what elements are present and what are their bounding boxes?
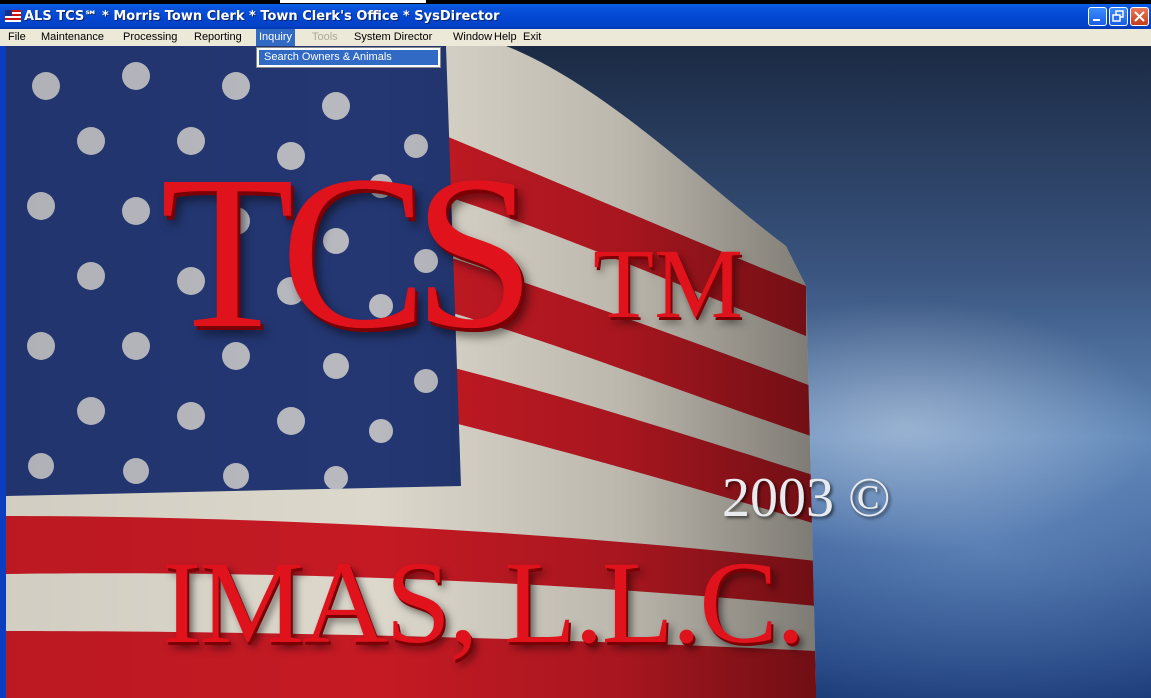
- menu-inquiry[interactable]: Inquiry: [256, 29, 296, 46]
- menu-system-director[interactable]: System Director: [351, 29, 435, 46]
- menu-maintenance[interactable]: Maintenance: [38, 29, 107, 46]
- menu-processing[interactable]: Processing: [120, 29, 180, 46]
- restore-icon[interactable]: [1109, 7, 1128, 26]
- application-window: ALS TCS℠ * Morris Town Clerk * Town Cler…: [0, 0, 1151, 698]
- menu-window[interactable]: Window: [450, 29, 495, 46]
- minimize-icon[interactable]: [1088, 7, 1107, 26]
- menu-item-search-owners-animals[interactable]: Search Owners & Animals: [259, 50, 438, 65]
- window-title: ALS TCS℠ * Morris Town Clerk * Town Cler…: [24, 9, 500, 24]
- menu-reporting[interactable]: Reporting: [191, 29, 245, 46]
- menu-help[interactable]: Help: [491, 29, 520, 46]
- company-name: IMAS, L.L.C.: [162, 537, 805, 668]
- inquiry-dropdown-menu: Search Owners & Animals: [256, 47, 441, 68]
- product-logo: TCS: [160, 130, 536, 374]
- menu-exit[interactable]: Exit: [520, 29, 544, 46]
- screen-top-strip: [280, 0, 426, 3]
- menu-tools: Tools: [312, 31, 338, 43]
- menu-bar: File Maintenance Processing Reporting In…: [0, 29, 1151, 46]
- splash-background: TCS TM 2003 © IMAS, L.L.C.: [6, 46, 1151, 698]
- app-flag-icon: [5, 10, 21, 22]
- close-icon[interactable]: [1130, 7, 1149, 26]
- title-bar[interactable]: ALS TCS℠ * Morris Town Clerk * Town Cler…: [0, 4, 1151, 29]
- trademark-mark: TM: [593, 228, 743, 339]
- copyright-year: 2003 ©: [722, 467, 891, 529]
- menu-file[interactable]: File: [5, 29, 29, 46]
